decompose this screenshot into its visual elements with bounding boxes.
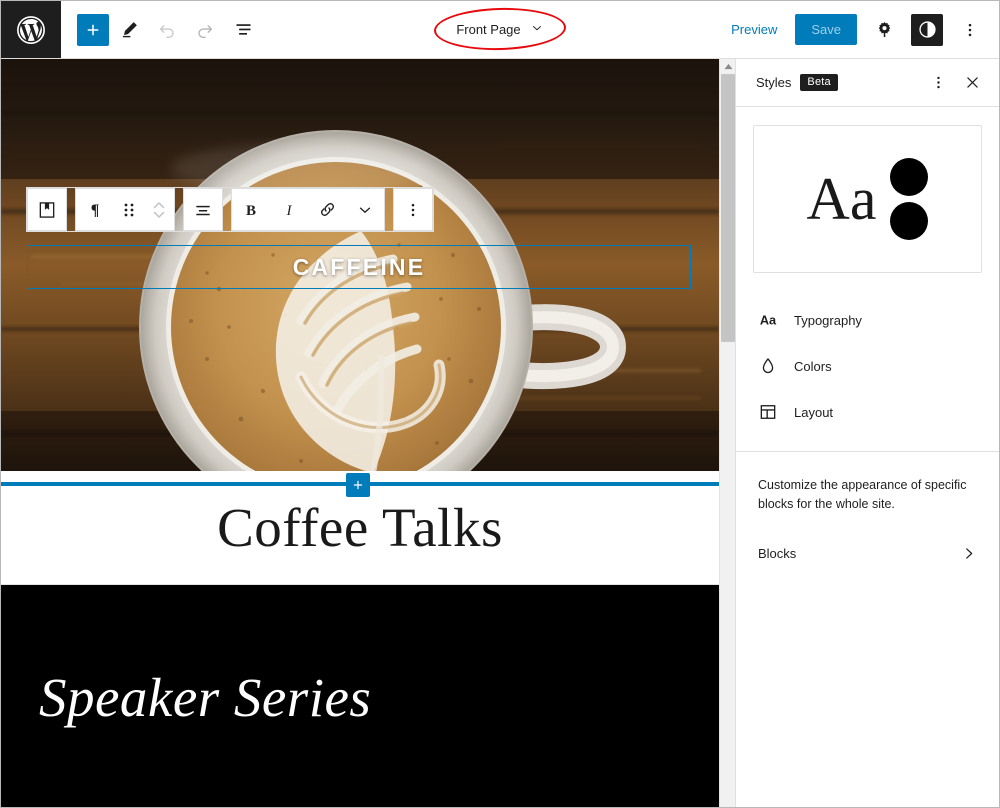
svg-text:Aa: Aa (760, 313, 777, 328)
styles-panel-title: Styles (756, 75, 792, 90)
styles-menu-label: Colors (794, 358, 832, 374)
editor-left-tools (61, 12, 261, 48)
save-button[interactable]: Save (795, 14, 857, 45)
svg-text:B: B (246, 203, 256, 219)
preview-button[interactable]: Preview (723, 16, 785, 43)
cover-block[interactable]: CAFFEINE ¶ B I (1, 59, 719, 471)
editor-canvas: CAFFEINE ¶ B I Coffee Talks Speaker Seri… (1, 59, 719, 807)
speaker-series-heading: Speaker Series (39, 666, 372, 728)
document-title-dropdown[interactable]: Front Page (446, 15, 553, 44)
align-group (183, 188, 223, 231)
page-heading-text: Coffee Talks (217, 497, 503, 558)
heading-block-section[interactable]: Coffee Talks (1, 471, 719, 585)
block-toolbar: ¶ B I (27, 188, 433, 231)
block-options-three-dots-icon[interactable] (394, 189, 432, 230)
align-text-icon[interactable] (184, 189, 222, 230)
scroll-up-arrow-icon[interactable] (720, 59, 736, 74)
block-inserter-plus-icon[interactable] (346, 473, 370, 497)
cover-block-icon[interactable] (28, 189, 66, 230)
style-variation-preview-card[interactable]: Aa (753, 125, 982, 273)
svg-text:¶: ¶ (91, 202, 100, 219)
cover-heading-text: CAFFEINE (292, 253, 426, 280)
styles-sidebar: Styles Beta Aa Aa Typography Colors Layo… (735, 59, 999, 807)
styles-contrast-icon[interactable] (911, 13, 943, 46)
palette-dot-1 (890, 158, 929, 196)
redo-button[interactable] (187, 12, 223, 48)
block-type-group (27, 188, 67, 231)
palette-dot-2 (890, 202, 929, 240)
editor-options-three-dots-icon[interactable] (953, 13, 987, 47)
wordpress-site-editor: Front Page Preview Save CAFFEINE ¶ B I C… (0, 0, 1000, 808)
style-preview-palette (890, 158, 929, 240)
editor-top-bar: Front Page Preview Save (1, 1, 999, 59)
drag-handle-dots-icon[interactable] (114, 189, 144, 230)
wordpress-logo-icon[interactable] (1, 1, 61, 58)
blocks-row-label: Blocks (758, 546, 797, 561)
styles-more-three-dots-icon[interactable] (923, 68, 953, 98)
styles-menu-list: Aa Typography Colors Layout (736, 297, 999, 435)
chevron-down-icon (530, 21, 544, 38)
editor-right-tools: Preview Save (723, 1, 987, 58)
list-view-button[interactable] (225, 12, 261, 48)
edit-mode-pencil-button[interactable] (111, 12, 147, 48)
blocks-navigation-row[interactable]: Blocks (748, 532, 987, 576)
styles-menu-item-typography[interactable]: Aa Typography (742, 297, 993, 343)
styles-header-actions (923, 68, 987, 98)
more-formats-chevron-down-icon[interactable] (346, 189, 384, 230)
styles-menu-label: Typography (794, 312, 862, 328)
color-droplet-icon (756, 354, 780, 378)
settings-gear-icon[interactable] (867, 13, 901, 47)
styles-menu-label: Layout (794, 404, 834, 420)
paragraph-pilcrow-icon[interactable]: ¶ (76, 189, 114, 230)
formatting-group: B I (231, 188, 385, 231)
svg-text:I: I (286, 203, 293, 219)
styles-menu-item-layout[interactable]: Layout (742, 389, 993, 435)
add-block-button[interactable] (77, 13, 109, 46)
link-icon[interactable] (308, 189, 346, 230)
chevron-right-icon (960, 545, 977, 562)
close-x-icon[interactable] (957, 68, 987, 98)
undo-button[interactable] (149, 12, 185, 48)
scrollbar-thumb[interactable] (721, 74, 735, 342)
speaker-series-section[interactable]: Speaker Series (1, 585, 719, 807)
bold-button[interactable]: B (232, 189, 270, 230)
styles-sidebar-header: Styles Beta (736, 59, 999, 107)
italic-button[interactable]: I (270, 189, 308, 230)
block-options-group (393, 188, 433, 231)
styles-menu-item-colors[interactable]: Colors (742, 343, 993, 389)
typography-aa-icon: Aa (756, 308, 780, 332)
canvas-scrollbar[interactable] (719, 59, 736, 807)
blocks-description-text: Customize the appearance of specific blo… (758, 478, 967, 511)
block-move-group: ¶ (75, 188, 175, 231)
selected-paragraph-block[interactable]: CAFFEINE (27, 245, 691, 289)
style-preview-sample-text: Aa (806, 166, 877, 232)
beta-badge: Beta (800, 74, 838, 91)
document-title-label: Front Page (456, 22, 521, 37)
layout-grid-icon (756, 400, 780, 424)
move-up-down-arrows-icon[interactable] (144, 189, 174, 230)
